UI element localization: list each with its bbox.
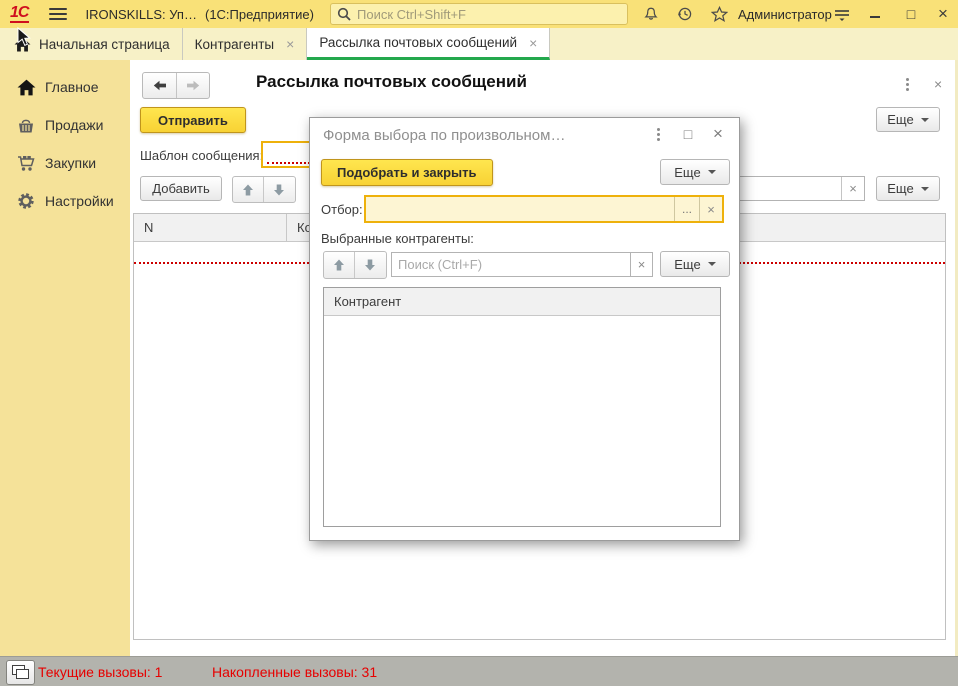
pick-and-close-button[interactable]: Подобрать и закрыть xyxy=(321,159,493,186)
app-title: IRONSKILLS: Уп… xyxy=(85,7,197,22)
filter-input[interactable] xyxy=(366,201,674,218)
sidebar-item-label: Закупки xyxy=(45,155,96,171)
section-sidebar: Главное Продажи Закупки Настройки xyxy=(0,60,130,656)
home-icon xyxy=(14,37,31,52)
maximize-button[interactable]: □ xyxy=(898,0,924,28)
app-window: 1С IRONSKILLS: Уп… (1С:Предприятие) Адми… xyxy=(0,0,958,686)
chevron-down-icon xyxy=(708,170,716,174)
dialog-more-button[interactable]: Еще xyxy=(660,159,730,185)
chevron-down-icon xyxy=(921,118,929,122)
page-title: Рассылка почтовых сообщений xyxy=(256,72,527,92)
clear-search-icon[interactable]: × xyxy=(841,177,864,200)
dialog-more-actions-icon[interactable] xyxy=(646,118,670,150)
main-menu-icon[interactable] xyxy=(49,8,67,20)
sidebar-item-purchases[interactable]: Закупки xyxy=(0,148,130,178)
tab-label: Начальная страница xyxy=(39,37,170,52)
dialog-search-field[interactable] xyxy=(391,252,631,277)
history-icon[interactable] xyxy=(672,0,698,28)
selected-contractors-table[interactable]: Контрагент xyxy=(323,287,721,527)
close-window-button[interactable]: × xyxy=(930,0,956,28)
sidebar-item-sales[interactable]: Продажи xyxy=(0,110,130,140)
column-header-contractor[interactable]: Контрагент xyxy=(324,288,720,315)
dialog-move-buttons xyxy=(323,251,387,279)
home-icon xyxy=(16,79,36,96)
sidebar-item-settings[interactable]: Настройки xyxy=(0,186,130,216)
favorites-star-icon[interactable] xyxy=(706,0,732,28)
tab-contractors[interactable]: Контрагенты × xyxy=(183,28,308,60)
browse-ellipsis-button[interactable]: ... xyxy=(674,197,699,221)
dialog-close-icon[interactable]: × xyxy=(706,118,730,150)
close-form-icon[interactable]: × xyxy=(934,76,942,92)
1c-logo-icon: 1С xyxy=(10,5,29,23)
current-calls-counter: Текущие вызовы: 1 xyxy=(38,657,162,686)
gear-icon xyxy=(16,192,36,210)
move-up-icon[interactable] xyxy=(324,252,354,278)
current-user[interactable]: Администратор xyxy=(738,0,832,28)
selected-contractors-label: Выбранные контрагенты: xyxy=(321,231,474,246)
column-header-n[interactable]: N xyxy=(134,214,287,241)
status-bar: Текущие вызовы: 1 Накопленные вызовы: 31 xyxy=(0,656,958,686)
dialog-clear-search-button[interactable]: × xyxy=(630,252,653,277)
cart-icon xyxy=(16,155,36,172)
table-header: Контрагент xyxy=(324,288,720,316)
global-search-field[interactable] xyxy=(330,3,628,25)
navigation-buttons xyxy=(142,72,210,99)
basket-icon xyxy=(16,117,36,134)
chevron-down-icon xyxy=(708,262,716,266)
dialog-list-more-button[interactable]: Еще xyxy=(660,251,730,277)
sidebar-item-label: Настройки xyxy=(45,193,114,209)
notifications-bell-icon[interactable] xyxy=(638,0,664,28)
selection-dialog: Форма выбора по произвольном… □ × Подобр… xyxy=(309,117,740,541)
template-label: Шаблон сообщения: xyxy=(140,148,263,163)
minimize-button[interactable] xyxy=(862,0,888,28)
form-more-actions-icon[interactable] xyxy=(906,78,909,91)
search-icon xyxy=(337,7,351,21)
filter-field[interactable]: ... × xyxy=(364,195,724,223)
filter-label: Отбор: xyxy=(321,202,363,217)
add-button[interactable]: Добавить xyxy=(140,176,222,201)
list-more-button[interactable]: Еще xyxy=(876,176,940,201)
service-menu-icon[interactable] xyxy=(828,0,856,28)
move-down-icon[interactable] xyxy=(263,177,294,202)
tab-label: Контрагенты xyxy=(195,37,275,52)
forward-button[interactable] xyxy=(176,73,209,98)
tab-bar: Начальная страница Контрагенты × Рассылк… xyxy=(0,28,958,60)
accumulated-calls-counter: Накопленные вызовы: 31 xyxy=(212,657,377,686)
global-search-input[interactable] xyxy=(355,6,627,23)
tab-label: Рассылка почтовых сообщений xyxy=(319,35,517,50)
dialog-title: Форма выбора по произвольном… xyxy=(323,127,565,144)
tab-home-page[interactable]: Начальная страница xyxy=(0,28,183,60)
chevron-down-icon xyxy=(921,187,929,191)
clear-filter-icon[interactable]: × xyxy=(699,197,722,221)
move-down-icon[interactable] xyxy=(354,252,385,278)
performance-indicators-icon[interactable] xyxy=(6,660,35,685)
app-product-name: (1С:Предприятие) xyxy=(205,7,314,22)
sidebar-item-label: Главное xyxy=(45,79,99,95)
sidebar-item-label: Продажи xyxy=(45,117,103,133)
tab-mail-distribution[interactable]: Рассылка почтовых сообщений × xyxy=(307,28,550,60)
close-tab-icon[interactable]: × xyxy=(529,35,537,51)
sidebar-item-main[interactable]: Главное xyxy=(0,72,130,102)
dialog-maximize-icon[interactable]: □ xyxy=(676,118,700,150)
move-buttons xyxy=(232,176,296,203)
dialog-search-input[interactable] xyxy=(392,257,630,272)
send-button[interactable]: Отправить xyxy=(140,107,246,133)
back-button[interactable] xyxy=(143,73,176,98)
move-up-icon[interactable] xyxy=(233,177,263,202)
form-more-button[interactable]: Еще xyxy=(876,107,940,132)
close-tab-icon[interactable]: × xyxy=(286,36,294,52)
